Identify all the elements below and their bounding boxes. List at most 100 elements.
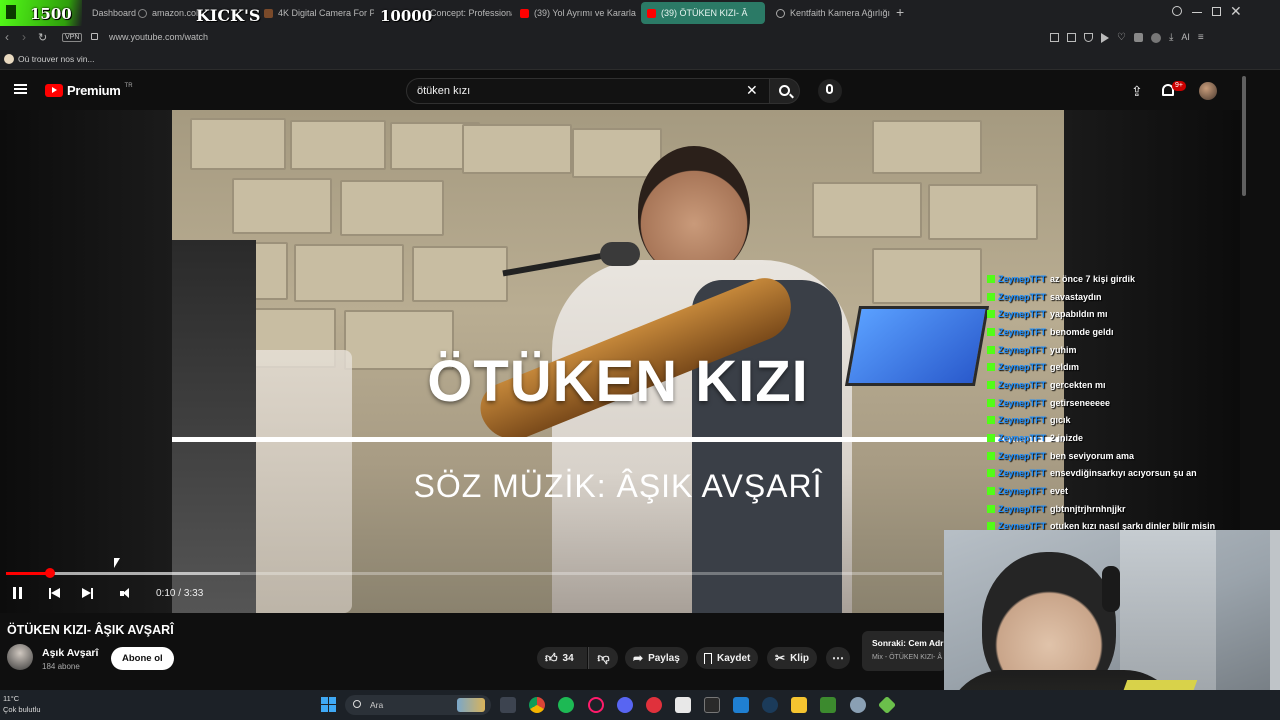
taskbar-search[interactable]: Ara (345, 695, 491, 715)
chat-username: ZeynepTFT (998, 309, 1047, 320)
clip-button[interactable]: ✂ Klip (767, 647, 817, 669)
channel-name[interactable]: Aşık Avşarî (42, 647, 98, 659)
bookmark-save-icon (704, 652, 712, 664)
app-red-icon[interactable] (646, 697, 662, 713)
search-button[interactable] (770, 78, 800, 104)
more-actions-button[interactable]: ⋯ (826, 647, 850, 669)
chrome-icon[interactable] (529, 697, 545, 713)
more-icon: ⋯ (832, 651, 844, 665)
tab-dashboard[interactable]: Dashboard (86, 2, 136, 24)
youtube-logo[interactable]: Premium TR (45, 83, 133, 98)
chat-text: benomde geldı (1050, 326, 1114, 337)
dislike-button[interactable]: 👎︎ (588, 647, 618, 669)
close-icon[interactable]: ✕ (1230, 3, 1242, 20)
youtube-header: Premium TR ötüken kızı ✕ ⇪ 9+ (0, 70, 1240, 110)
forward-icon[interactable]: › (22, 30, 26, 44)
tab-kentfaith[interactable]: Kentfaith Kamera Ağırlığı (770, 2, 892, 24)
taskbar-search-label: Ara (370, 700, 384, 710)
subscribe-button[interactable]: Abone ol (111, 647, 174, 670)
logo-text: Premium (67, 83, 121, 98)
chat-message: ZeynepTFT evet (984, 482, 1240, 500)
like-button[interactable]: 👍︎ 34 (537, 647, 587, 669)
voice-search-button[interactable] (818, 79, 842, 103)
task-view-icon[interactable] (500, 697, 516, 713)
restore-icon[interactable] (1212, 7, 1221, 16)
chat-message: ZeynepTFT 2 inizde (984, 429, 1240, 447)
account-avatar[interactable] (1199, 82, 1217, 100)
photos-icon[interactable] (733, 697, 749, 713)
save-button[interactable]: Kaydet (696, 647, 759, 669)
tab-otuken-kizi[interactable]: (39) ÖTÜKEN KIZI- Â (641, 2, 765, 24)
profile-icon[interactable] (1150, 33, 1161, 43)
search-highlight-icon (457, 698, 485, 712)
kick-badge-icon (987, 469, 995, 478)
lock-icon (91, 33, 98, 40)
tab-camera[interactable]: 4K Digital Camera For Ph (258, 2, 374, 24)
back-icon[interactable]: ‹ (5, 30, 9, 44)
kick-badge-icon (987, 274, 995, 283)
bookmark-item[interactable]: Où trouver nos vin... (4, 54, 95, 64)
upload-icon[interactable]: ⇪ (1131, 83, 1143, 100)
kick-badge-icon (987, 345, 995, 354)
share-button[interactable]: ➦ Paylaş (625, 647, 688, 669)
laptop (844, 306, 990, 386)
heart-icon[interactable]: ♡ (1117, 33, 1126, 43)
download-icon[interactable]: ⤓ (1169, 33, 1173, 43)
new-tab-button[interactable]: + (896, 4, 904, 20)
chat-text: savastaydın (1050, 291, 1102, 302)
bookmark-icon[interactable] (1050, 33, 1059, 42)
tab-yol-ayrimi[interactable]: (39) Yol Ayrımı ve Kararla (514, 2, 636, 24)
chat-text: getirseneeeee (1050, 397, 1111, 408)
minecraft-icon[interactable] (820, 697, 836, 713)
ai-button[interactable]: AI (1181, 33, 1190, 43)
extension-icons[interactable]: ♡ ⤓ AI ≡ (1050, 33, 1204, 43)
chat-text: geldım (1050, 362, 1080, 373)
chat-username: ZeynepTFT (998, 291, 1047, 302)
file-explorer-icon[interactable] (791, 697, 807, 713)
progress-scrubber[interactable] (44, 568, 55, 578)
kick-badge-icon (987, 310, 995, 319)
menu-icon[interactable]: ≡ (1198, 33, 1204, 43)
progress-bar[interactable] (6, 568, 942, 578)
up-next-title: Sonraki: Cem Adr (872, 638, 944, 648)
microphone-icon (826, 84, 833, 94)
screenshot-icon[interactable] (1067, 33, 1076, 42)
clear-search-icon[interactable]: ✕ (746, 82, 758, 99)
url-field[interactable]: www.youtube.com/watch (109, 32, 208, 42)
tab-concept[interactable]: Concept: Professiona (424, 2, 512, 24)
vpn-badge[interactable]: VPN (62, 33, 83, 42)
play-icon[interactable] (1101, 33, 1109, 43)
chat-message: ZeynepTFT gercekten mı (984, 376, 1240, 394)
store-icon[interactable] (675, 697, 691, 713)
epic-games-icon[interactable] (704, 697, 720, 713)
spotify-icon[interactable] (558, 697, 574, 713)
bookmark-favicon (4, 54, 14, 64)
discord-icon[interactable] (617, 697, 633, 713)
weather-widget[interactable]: 11°C Çok bulutlu (3, 694, 41, 714)
opera-gx-icon[interactable] (588, 697, 604, 713)
ambient-left (0, 110, 172, 613)
app-green-icon[interactable] (877, 695, 897, 715)
reload-icon[interactable]: ↻ (38, 31, 47, 44)
youtube-favicon (647, 8, 656, 18)
channel-avatar[interactable] (7, 644, 33, 670)
kick-badge-icon (987, 416, 995, 425)
globe-icon (776, 8, 785, 18)
browser-tab-bar: 1500 Dashboard amazon.com KICK'S 4K Digi… (0, 0, 1280, 26)
tab-search-icon[interactable] (1172, 6, 1182, 16)
steam-icon[interactable] (762, 697, 778, 713)
hamburger-menu-icon[interactable] (14, 84, 27, 94)
minimize-icon[interactable] (1192, 12, 1202, 13)
pause-button[interactable] (12, 587, 24, 600)
start-button[interactable] (321, 697, 336, 712)
shield-icon[interactable] (1084, 33, 1093, 42)
settings-icon[interactable] (850, 697, 866, 713)
up-next-card[interactable]: Sonraki: Cem Adr Mix - ÖTÜKEN KIZI- Â (862, 631, 946, 671)
tab-amazon[interactable]: amazon.com (132, 2, 198, 24)
search-input[interactable]: ötüken kızı (406, 78, 770, 104)
windows-taskbar: 11°C Çok bulutlu Ara (0, 690, 1280, 720)
extensions-icon[interactable] (1133, 33, 1143, 42)
chat-message: ZeynepTFT geldım (984, 358, 1240, 376)
chat-username: ZeynepTFT (998, 486, 1047, 497)
speaker-stand (172, 240, 256, 613)
